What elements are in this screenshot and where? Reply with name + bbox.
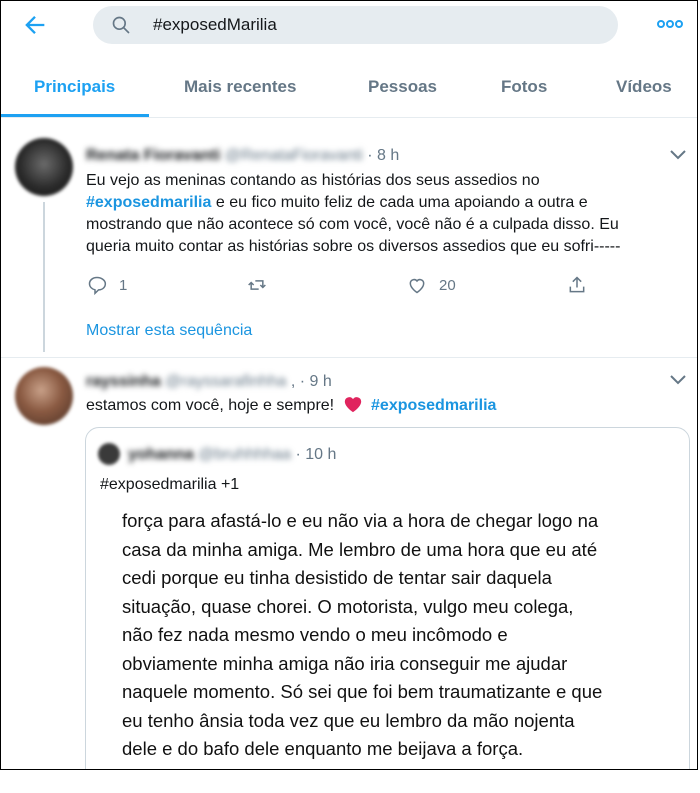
search-tabs: Principais Mais recentes Pessoas Fotos V… xyxy=(1,51,697,118)
user-handle[interactable]: @RenataFioravanti xyxy=(225,147,363,164)
reply-count: 1 xyxy=(119,276,128,294)
thread-line xyxy=(43,202,45,352)
more-icon[interactable] xyxy=(657,15,683,33)
app-frame: #exposedMarilia Principais Mais recentes… xyxy=(0,0,698,770)
heart-emoji-icon xyxy=(344,397,361,413)
tweet-time[interactable]: · 9 h xyxy=(300,373,332,390)
image-line: dele e do bafo dele enquanto me beijava … xyxy=(122,738,524,759)
quoted-header: yohanna @bruhhhhaa · 10 h xyxy=(128,446,336,464)
reply-icon xyxy=(88,276,107,295)
retweet-icon xyxy=(248,280,266,290)
like-button[interactable]: 20 xyxy=(407,274,456,296)
search-icon xyxy=(112,16,130,34)
quoted-image-text: força para afastá-lo e eu não via a hora… xyxy=(122,507,662,764)
show-thread-link[interactable]: Mostrar esta sequência xyxy=(86,322,252,340)
hashtag-link[interactable]: #exposedmarilia xyxy=(86,194,211,211)
hashtag-link[interactable]: #exposedmarilia xyxy=(371,397,496,414)
tweet[interactable]: Renata Fioravanti @RenataFioravanti · 8 … xyxy=(1,118,697,358)
tab-mais-recentes[interactable]: Mais recentes xyxy=(184,77,296,97)
tweet-line: #exposedmarilia e eu fico muito feliz de… xyxy=(86,192,686,214)
search-query: #exposedMarilia xyxy=(153,15,277,34)
avatar[interactable] xyxy=(15,138,73,196)
tab-principais[interactable]: Principais xyxy=(34,77,115,97)
chevron-down-icon[interactable] xyxy=(670,150,686,160)
quoted-tweet[interactable]: yohanna @bruhhhhaa · 10 h #exposedmarili… xyxy=(85,427,690,769)
chevron-down-icon[interactable] xyxy=(670,375,686,385)
search-input[interactable]: #exposedMarilia xyxy=(93,6,618,44)
image-line: não fez nada mesmo vendo o meu incômodo … xyxy=(122,624,508,645)
image-line: eu tenho ânsia toda vez que eu lembro da… xyxy=(122,709,575,731)
tweet-line: Eu vejo as meninas contando as histórias… xyxy=(86,172,540,189)
image-line: situação, quase chorei. O motorista, vul… xyxy=(122,595,574,617)
tweet-line-text: e eu fico muito feliz de cada uma apoian… xyxy=(215,194,588,211)
separator: , xyxy=(290,373,296,390)
active-tab-indicator xyxy=(1,114,149,117)
tab-pessoas[interactable]: Pessoas xyxy=(368,77,437,97)
image-line: naquele momento. Só sei que foi bem trau… xyxy=(122,681,603,702)
tweet-line: mostrando que não acontece só com você, … xyxy=(86,216,619,233)
tweet-header: rayssinha @rayssarafinhha , · 9 h xyxy=(86,373,332,391)
like-count: 20 xyxy=(439,276,456,294)
tab-videos[interactable]: Vídeos xyxy=(616,77,672,97)
image-line: cedi porque eu tinha desistido de tentar… xyxy=(122,567,552,588)
image-line: casa da minha amiga. Me lembro de uma ho… xyxy=(122,538,598,560)
avatar[interactable] xyxy=(15,367,73,425)
user-name[interactable]: Renata Fioravanti xyxy=(86,147,220,164)
image-line: força para afastá-lo e eu não via a hora… xyxy=(122,510,599,531)
tweet-text: Eu vejo as meninas contando as histórias… xyxy=(86,170,686,258)
back-arrow-icon[interactable] xyxy=(21,11,49,39)
top-bar: #exposedMarilia xyxy=(1,1,697,51)
user-handle: @bruhhhhaa xyxy=(198,446,292,463)
tweet-text: estamos com você, hoje e sempre! #expose… xyxy=(86,395,686,417)
tweet-line: queria muito contar as histórias sobre o… xyxy=(86,238,621,255)
share-icon xyxy=(569,276,585,293)
like-icon xyxy=(409,278,425,294)
user-handle[interactable]: @rayssarafinhha xyxy=(165,373,286,390)
tab-fotos[interactable]: Fotos xyxy=(501,77,547,97)
tweet-header: Renata Fioravanti @RenataFioravanti · 8 … xyxy=(86,147,399,165)
user-name: yohanna xyxy=(128,446,194,463)
quoted-caption: #exposedmarilia +1 xyxy=(100,476,240,493)
avatar xyxy=(98,443,120,465)
retweet-button[interactable] xyxy=(247,274,267,296)
image-line: obviamente minha amiga não iria consegui… xyxy=(122,652,568,674)
tweet-line-text: estamos com você, hoje e sempre! xyxy=(86,397,335,414)
reply-button[interactable]: 1 xyxy=(87,274,127,296)
share-button[interactable] xyxy=(567,274,587,296)
tweet-time: · 10 h xyxy=(295,446,337,463)
tweet-time[interactable]: · 8 h xyxy=(367,147,399,164)
user-name[interactable]: rayssinha xyxy=(86,373,161,390)
